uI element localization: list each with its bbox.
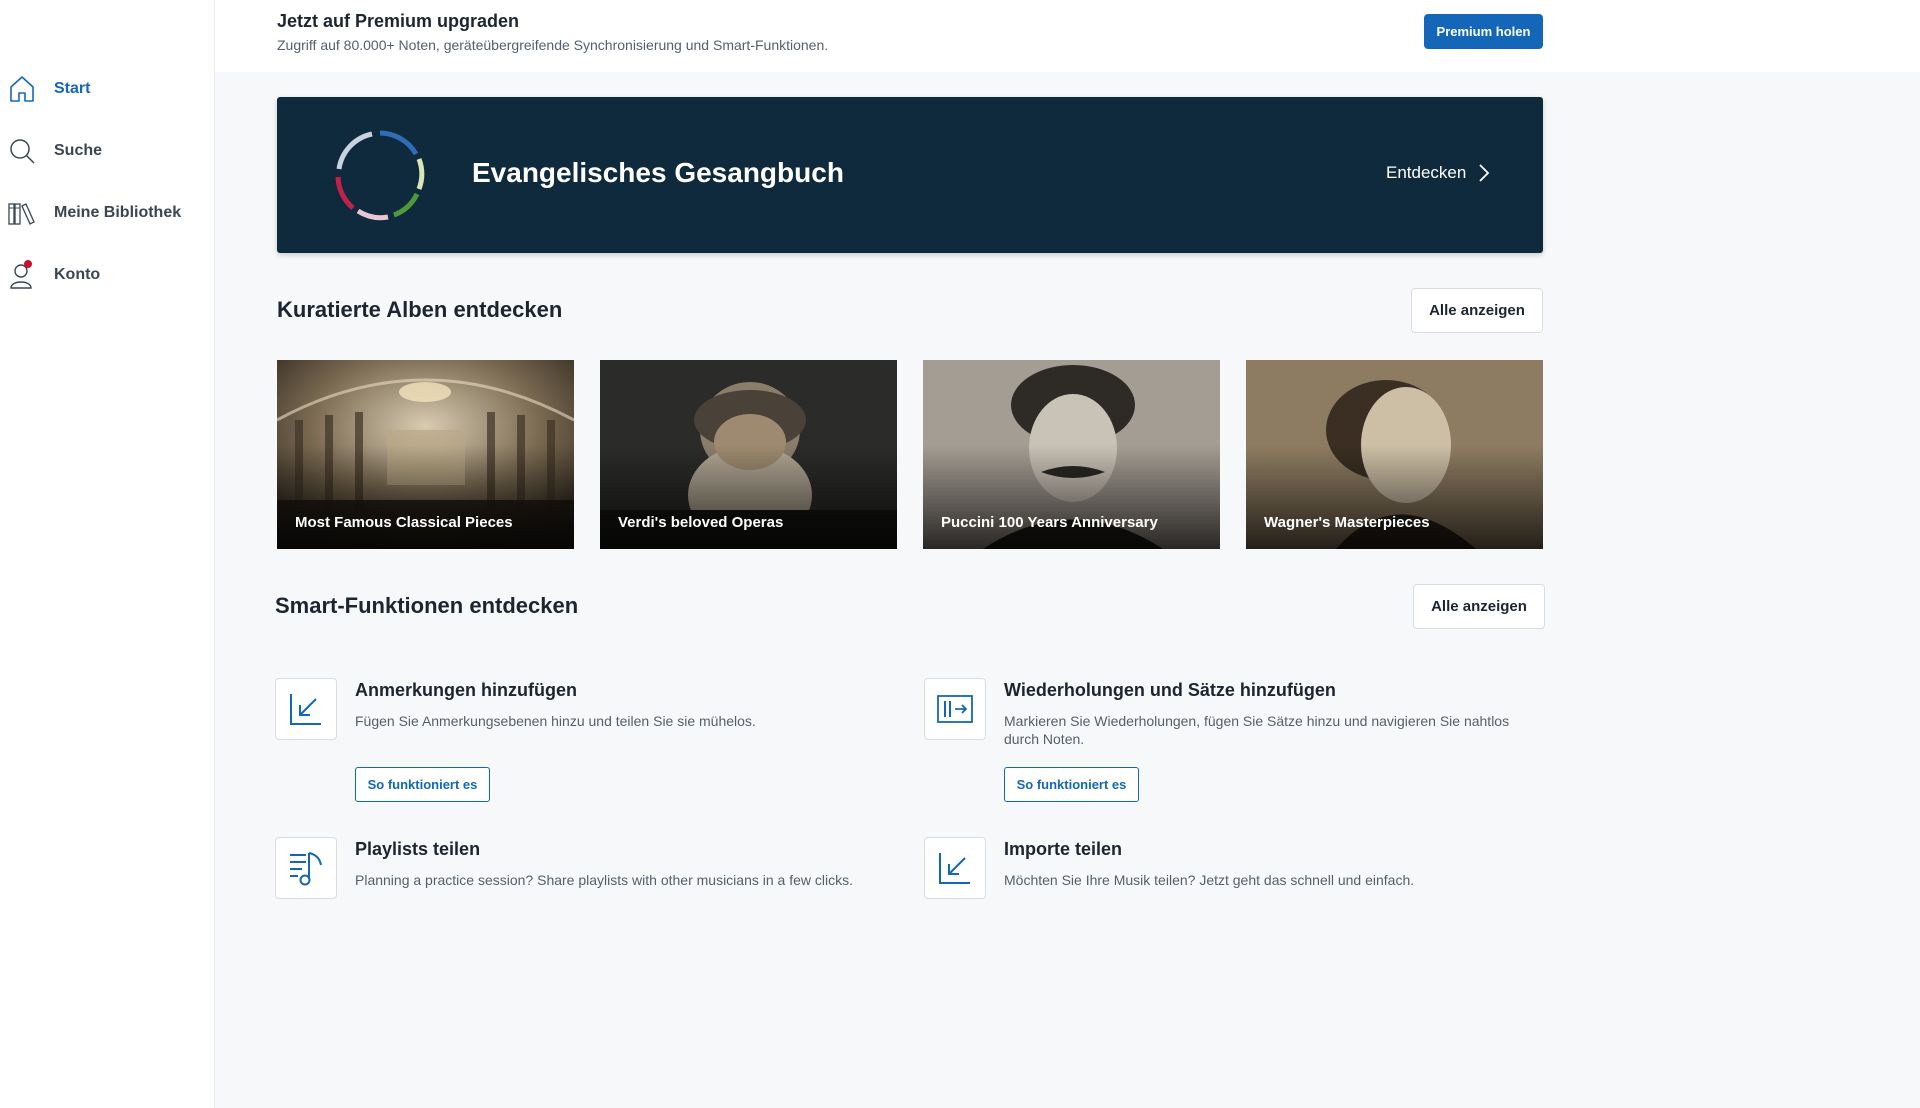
sidebar-item-label: Start (54, 80, 91, 97)
chevron-right-icon (1479, 164, 1490, 182)
hero-title: Evangelisches Gesangbuch (472, 157, 844, 188)
album-title: Wagner's Masterpieces (1264, 514, 1430, 531)
album-title: Puccini 100 Years Anniversary (941, 514, 1158, 531)
playlist-icon (290, 852, 322, 886)
account-icon (10, 260, 32, 289)
album-card[interactable]: Verdi's beloved Operas (600, 360, 897, 549)
feature-icon-box (275, 678, 337, 740)
albums-show-all-button[interactable]: Alle anzeigen (1411, 288, 1543, 333)
feature-description: Möchten Sie Ihre Musik teilen? Jetzt geh… (1004, 872, 1415, 888)
notification-dot (24, 260, 32, 268)
features-section-title: Smart-Funktionen entdecken (275, 593, 579, 618)
sidebar-item-konto[interactable]: Konto (0, 251, 214, 299)
how-it-works-button[interactable]: So funktioniert es (1004, 767, 1139, 802)
feature-title: Wiederholungen und Sätze hinzufügen (1004, 680, 1336, 700)
features-show-all-button[interactable]: Alle anzeigen (1413, 584, 1545, 629)
feature-icon-box (924, 837, 986, 899)
sidebar-item-label: Meine Bibliothek (54, 204, 182, 221)
premium-button[interactable]: Premium holen (1424, 14, 1543, 49)
annotation-arrow-icon (290, 694, 321, 725)
feature-description: Fügen Sie Anmerkungsebenen hinzu und tei… (355, 713, 756, 729)
feature-icon-box (924, 678, 986, 740)
album-title: Verdi's beloved Operas (618, 514, 784, 531)
feature-title: Playlists teilen (355, 839, 481, 859)
hero-discover-link[interactable]: Entdecken (1386, 163, 1490, 183)
feature-imports: Importe teilen Möchten Sie Ihre Musik te… (924, 837, 1544, 901)
albums-section-title: Kuratierte Alben entdecken (277, 297, 563, 322)
sidebar-item-label: Suche (54, 142, 103, 159)
main-content: Jetzt auf Premium upgraden Zugriff auf 8… (215, 0, 1920, 1108)
sidebar: Start Suche Meine Bibliothek Konto (0, 0, 215, 1108)
home-icon (10, 76, 34, 102)
hero-cta-label: Entdecken (1386, 163, 1467, 182)
sidebar-item-label: Konto (54, 266, 101, 283)
album-title: Most Famous Classical Pieces (295, 514, 513, 531)
library-icon (8, 203, 35, 225)
hero-banner[interactable]: Evangelisches Gesangbuch Entdecken (277, 97, 1543, 253)
search-icon (10, 139, 35, 164)
sidebar-item-start[interactable]: Start (0, 65, 214, 113)
feature-description: Markieren Sie Wiederholungen, fügen Sie … (1004, 713, 1510, 747)
album-card[interactable]: Puccini 100 Years Anniversary (923, 360, 1220, 549)
promo-subtitle: Zugriff auf 80.000+ Noten, geräteübergre… (277, 37, 829, 53)
feature-title: Importe teilen (1004, 839, 1123, 859)
gesangbuch-logo-icon (335, 130, 425, 221)
feature-icon-box (275, 837, 337, 899)
how-it-works-button[interactable]: So funktioniert es (355, 767, 490, 802)
promo-title: Jetzt auf Premium upgraden (277, 11, 520, 31)
sidebar-item-suche[interactable]: Suche (0, 127, 214, 175)
sidebar-item-bibliothek[interactable]: Meine Bibliothek (0, 189, 214, 237)
feature-title: Anmerkungen hinzufügen (355, 680, 577, 700)
album-card[interactable]: Wagner's Masterpieces (1246, 360, 1543, 549)
feature-description: Planning a practice session? Share playl… (355, 872, 854, 888)
import-arrow-icon (939, 853, 970, 884)
album-card[interactable]: Most Famous Classical Pieces (277, 360, 574, 549)
feature-repeats: Wiederholungen und Sätze hinzufügen Mark… (924, 678, 1544, 808)
premium-promo-banner: Jetzt auf Premium upgraden Zugriff auf 8… (215, 0, 1920, 72)
repeat-icon (937, 695, 973, 723)
feature-playlists: Playlists teilen Planning a practice ses… (275, 837, 895, 901)
feature-annotations: Anmerkungen hinzufügen Fügen Sie Anmerku… (275, 678, 875, 808)
